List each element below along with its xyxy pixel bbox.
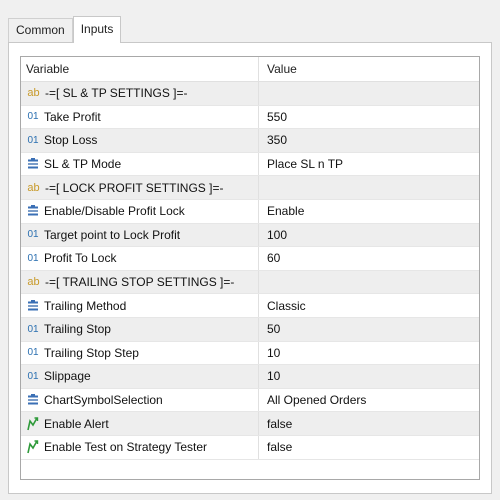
- variable-name: ChartSymbolSelection: [44, 393, 163, 408]
- tab-inputs[interactable]: Inputs: [72, 16, 122, 43]
- variable-cell[interactable]: 01 Trailing Stop: [21, 317, 259, 341]
- table-row[interactable]: ab -=[ TRAILING STOP SETTINGS ]=-: [21, 270, 479, 295]
- variable-name: Profit To Lock: [44, 251, 117, 266]
- variable-cell[interactable]: ChartSymbolSelection: [21, 388, 259, 412]
- value-cell[interactable]: 10: [259, 342, 479, 365]
- table-row[interactable]: 01 Take Profit 550: [21, 105, 479, 130]
- number-type-icon: 01: [27, 252, 39, 264]
- variable-name: -=[ SL & TP SETTINGS ]=-: [45, 86, 188, 101]
- table-row[interactable]: Enable/Disable Profit Lock Enable: [21, 199, 479, 224]
- table-row[interactable]: 01 Target point to Lock Profit 100: [21, 223, 479, 248]
- number-type-icon: 01: [27, 370, 39, 382]
- value-cell[interactable]: [259, 271, 479, 294]
- enum-list-icon: [26, 393, 40, 407]
- inputs-table: Variable Value ab -=[ SL & TP SETTINGS ]=…: [20, 56, 480, 480]
- enum-list-icon: [26, 204, 40, 218]
- string-type-icon: ab: [27, 87, 40, 100]
- variable-name: Stop Loss: [44, 133, 98, 148]
- table-row[interactable]: Enable Test on Strategy Tester false: [21, 435, 479, 460]
- variable-cell[interactable]: Trailing Method: [21, 294, 259, 317]
- table-row[interactable]: ab -=[ SL & TP SETTINGS ]=-: [21, 82, 479, 106]
- value-cell[interactable]: Classic: [259, 294, 479, 317]
- table-row[interactable]: 01 Stop Loss 350: [21, 129, 479, 153]
- variable-cell[interactable]: Enable/Disable Profit Lock: [21, 199, 259, 223]
- table-row[interactable]: 01 Trailing Stop Step 10: [21, 341, 479, 366]
- table-row[interactable]: Trailing Method Classic: [21, 294, 479, 318]
- variable-name: Slippage: [44, 369, 91, 384]
- variable-cell[interactable]: Enable Test on Strategy Tester: [21, 435, 259, 459]
- value-cell[interactable]: 50: [259, 318, 479, 341]
- variable-cell[interactable]: 01 Slippage: [21, 365, 259, 388]
- table-header: Variable Value: [21, 57, 479, 82]
- table-row[interactable]: SL & TP Mode Place SL n TP: [21, 152, 479, 177]
- variable-name: Enable/Disable Profit Lock: [44, 204, 185, 219]
- tab-common[interactable]: Common: [8, 18, 73, 42]
- variable-name: Take Profit: [44, 109, 101, 124]
- value-cell[interactable]: [259, 82, 479, 105]
- variable-cell[interactable]: 01 Profit To Lock: [21, 247, 259, 270]
- number-type-icon: 01: [27, 111, 39, 123]
- table-row[interactable]: ChartSymbolSelection All Opened Orders: [21, 388, 479, 413]
- table-body: ab -=[ SL & TP SETTINGS ]=- 01 Take Profit 5…: [21, 82, 479, 460]
- variable-cell[interactable]: 01 Stop Loss: [21, 129, 259, 152]
- tab-bar: Common Inputs: [8, 16, 492, 43]
- variable-cell[interactable]: ab -=[ LOCK PROFIT SETTINGS ]=-: [21, 176, 259, 199]
- variable-cell[interactable]: 01 Target point to Lock Profit: [21, 223, 259, 247]
- value-cell[interactable]: 100: [259, 224, 479, 247]
- value-cell[interactable]: 550: [259, 106, 479, 129]
- variable-cell[interactable]: 01 Trailing Stop Step: [21, 341, 259, 365]
- table-row[interactable]: 01 Profit To Lock 60: [21, 247, 479, 271]
- variable-name: Enable Test on Strategy Tester: [44, 440, 207, 455]
- variable-name: Trailing Stop: [44, 322, 111, 337]
- number-type-icon: 01: [27, 347, 39, 359]
- table-row[interactable]: 01 Slippage 10: [21, 365, 479, 389]
- string-type-icon: ab: [27, 181, 40, 194]
- enum-list-icon: [26, 157, 40, 171]
- table-row[interactable]: ab -=[ LOCK PROFIT SETTINGS ]=-: [21, 176, 479, 200]
- variable-name: Enable Alert: [44, 416, 109, 431]
- value-cell[interactable]: Place SL n TP: [259, 153, 479, 176]
- string-type-icon: ab: [27, 276, 40, 289]
- enum-list-icon: [26, 299, 40, 313]
- column-header-value[interactable]: Value: [259, 57, 479, 81]
- inputs-panel: Variable Value ab -=[ SL & TP SETTINGS ]=…: [8, 42, 492, 494]
- variable-name: Trailing Method: [44, 298, 127, 313]
- table-row[interactable]: 01 Trailing Stop 50: [21, 317, 479, 342]
- number-type-icon: 01: [27, 134, 39, 146]
- bool-toggle-icon: [26, 440, 40, 454]
- variable-name: Target point to Lock Profit: [44, 227, 181, 242]
- variable-cell[interactable]: Enable Alert: [21, 412, 259, 435]
- variable-name: -=[ TRAILING STOP SETTINGS ]=-: [45, 275, 235, 290]
- value-cell[interactable]: 350: [259, 129, 479, 152]
- value-cell[interactable]: [259, 176, 479, 199]
- variable-cell[interactable]: SL & TP Mode: [21, 152, 259, 176]
- number-type-icon: 01: [27, 229, 39, 241]
- variable-cell[interactable]: ab -=[ SL & TP SETTINGS ]=-: [21, 82, 259, 105]
- table-row[interactable]: Enable Alert false: [21, 412, 479, 436]
- number-type-icon: 01: [27, 323, 39, 335]
- variable-cell[interactable]: 01 Take Profit: [21, 105, 259, 129]
- variable-name: Trailing Stop Step: [44, 345, 139, 360]
- value-cell[interactable]: 60: [259, 247, 479, 270]
- variable-cell[interactable]: ab -=[ TRAILING STOP SETTINGS ]=-: [21, 270, 259, 294]
- column-header-variable[interactable]: Variable: [21, 57, 259, 81]
- value-cell[interactable]: false: [259, 436, 479, 459]
- value-cell[interactable]: false: [259, 412, 479, 435]
- value-cell[interactable]: Enable: [259, 200, 479, 223]
- value-cell[interactable]: 10: [259, 365, 479, 388]
- variable-name: -=[ LOCK PROFIT SETTINGS ]=-: [45, 180, 224, 195]
- variable-name: SL & TP Mode: [44, 157, 122, 172]
- bool-toggle-icon: [26, 416, 40, 431]
- value-cell[interactable]: All Opened Orders: [259, 389, 479, 412]
